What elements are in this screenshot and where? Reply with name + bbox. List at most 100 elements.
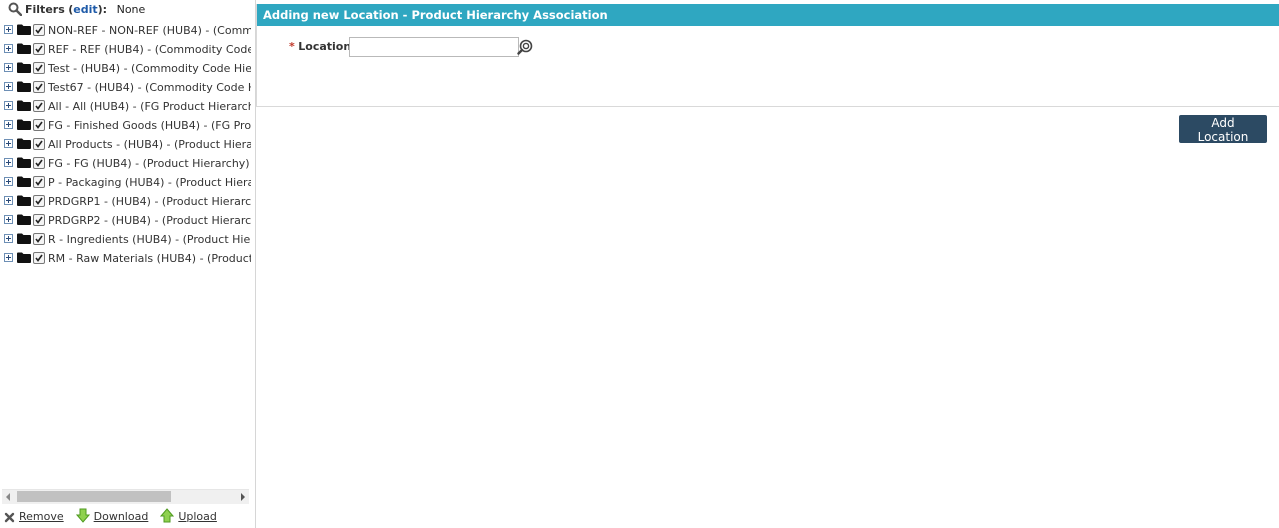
tree-item[interactable]: FG - Finished Goods (HUB4) - (FG Product… [0, 116, 251, 135]
tree-item-label: Test - (HUB4) - (Commodity Code Hierarch… [48, 62, 251, 75]
tree-item[interactable]: PRDGRP1 - (HUB4) - (Product Hierarchy) [0, 192, 251, 211]
checkmark-icon [35, 102, 43, 110]
filters-value: None [116, 3, 146, 16]
filters-edit-link[interactable]: edit [73, 3, 97, 16]
required-marker: * [289, 40, 295, 53]
add-location-panel: Adding new Location - Product Hierarchy … [256, 4, 1279, 107]
folder-icon [17, 119, 31, 130]
expand-icon[interactable] [4, 101, 13, 110]
expand-icon[interactable] [4, 44, 13, 53]
tree-actions: Remove Download Upload [4, 508, 229, 526]
tree-item-checkbox[interactable] [33, 214, 45, 226]
expand-icon[interactable] [4, 139, 13, 148]
tree-item-label: FG - FG (HUB4) - (Product Hierarchy) [48, 157, 250, 170]
scroll-right-icon[interactable] [241, 493, 245, 501]
horizontal-scrollbar[interactable] [2, 489, 249, 504]
location-row: * Location: [289, 37, 533, 59]
scrollbar-thumb[interactable] [17, 491, 171, 502]
tree-item-label: P - Packaging (HUB4) - (Product Hierarch… [48, 176, 251, 189]
checkmark-icon [35, 140, 43, 148]
checkmark-icon [35, 178, 43, 186]
checkmark-icon [35, 121, 43, 129]
tree-item-label: PRDGRP2 - (HUB4) - (Product Hierarchy) [48, 214, 251, 227]
expand-icon[interactable] [4, 234, 13, 243]
folder-icon [17, 138, 31, 149]
expand-icon[interactable] [4, 120, 13, 129]
location-lookup-icon[interactable] [517, 39, 533, 55]
folder-icon [17, 214, 31, 225]
checkmark-icon [35, 83, 43, 91]
expand-icon[interactable] [4, 63, 13, 72]
tree-item[interactable]: All Products - (HUB4) - (Product Hierarc… [0, 135, 251, 154]
folder-icon [17, 176, 31, 187]
filters-label: Filters [25, 3, 65, 16]
tree-item-label: Test67 - (HUB4) - (Commodity Code Hierar… [48, 81, 251, 94]
panel-title: Adding new Location - Product Hierarchy … [257, 4, 1279, 26]
download-arrow-icon [75, 508, 90, 523]
checkmark-icon [35, 64, 43, 72]
upload-button[interactable]: Upload [160, 508, 217, 525]
tree-item[interactable]: P - Packaging (HUB4) - (Product Hierarch… [0, 173, 251, 192]
search-icon [8, 2, 22, 16]
remove-button[interactable]: Remove [4, 509, 64, 525]
checkmark-icon [35, 45, 43, 53]
tree-item-label: FG - Finished Goods (HUB4) - (FG Product… [48, 119, 251, 132]
tree-item[interactable]: All - All (HUB4) - (FG Product Hierarchy… [0, 97, 251, 116]
upload-label: Upload [178, 510, 217, 523]
tree-item-checkbox[interactable] [33, 233, 45, 245]
location-input[interactable] [349, 37, 519, 57]
tree-item-label: NON-REF - NON-REF (HUB4) - (Commodity Co… [48, 24, 251, 37]
checkmark-icon [35, 216, 43, 224]
tree-item-checkbox[interactable] [33, 138, 45, 150]
checkmark-icon [35, 159, 43, 167]
tree-item[interactable]: R - Ingredients (HUB4) - (Product Hierar… [0, 230, 251, 249]
folder-icon [17, 157, 31, 168]
tree-item[interactable]: Test - (HUB4) - (Commodity Code Hierarch… [0, 59, 251, 78]
checkmark-icon [35, 235, 43, 243]
download-button[interactable]: Download [75, 508, 149, 525]
hierarchy-sidebar: Filters (edit): None NON-REF - NON-REF (… [0, 0, 256, 528]
tree-item[interactable]: Test67 - (HUB4) - (Commodity Code Hierar… [0, 78, 251, 97]
tree-item[interactable]: FG - FG (HUB4) - (Product Hierarchy) [0, 154, 251, 173]
tree-item[interactable]: REF - REF (HUB4) - (Commodity Code Hiera… [0, 40, 251, 59]
expand-icon[interactable] [4, 25, 13, 34]
expand-icon[interactable] [4, 253, 13, 262]
expand-icon[interactable] [4, 215, 13, 224]
tree-item-checkbox[interactable] [33, 157, 45, 169]
add-location-button[interactable]: Add Location [1179, 115, 1267, 144]
folder-icon [17, 24, 31, 35]
expand-icon[interactable] [4, 82, 13, 91]
tree-item-label: All - All (HUB4) - (FG Product Hierarchy… [48, 100, 251, 113]
folder-icon [17, 81, 31, 92]
tree-item-checkbox[interactable] [33, 43, 45, 55]
folder-icon [17, 233, 31, 244]
expand-icon[interactable] [4, 177, 13, 186]
tree-item-checkbox[interactable] [33, 176, 45, 188]
expand-icon[interactable] [4, 158, 13, 167]
close-icon [4, 512, 15, 523]
tree-item-checkbox[interactable] [33, 81, 45, 93]
tree-item-label: All Products - (HUB4) - (Product Hierarc… [48, 138, 251, 151]
tree-item-checkbox[interactable] [33, 119, 45, 131]
checkmark-icon [35, 197, 43, 205]
tree-item-checkbox[interactable] [33, 100, 45, 112]
tree-item[interactable]: NON-REF - NON-REF (HUB4) - (Commodity Co… [0, 21, 251, 40]
tree-item-checkbox[interactable] [33, 62, 45, 74]
hierarchy-tree: NON-REF - NON-REF (HUB4) - (Commodity Co… [0, 21, 251, 487]
tree-item-label: PRDGRP1 - (HUB4) - (Product Hierarchy) [48, 195, 251, 208]
expand-icon[interactable] [4, 196, 13, 205]
scroll-left-icon[interactable] [6, 493, 10, 501]
tree-item-checkbox[interactable] [33, 24, 45, 36]
location-label: Location: [298, 40, 356, 53]
download-label: Download [93, 510, 149, 523]
folder-icon [17, 43, 31, 54]
tree-item[interactable]: PRDGRP2 - (HUB4) - (Product Hierarchy) [0, 211, 251, 230]
tree-item-label: REF - REF (HUB4) - (Commodity Code Hiera… [48, 43, 251, 56]
folder-icon [17, 100, 31, 111]
tree-item[interactable]: RM - Raw Materials (HUB4) - (Product Hie… [0, 249, 251, 268]
tree-item-checkbox[interactable] [33, 252, 45, 264]
tree-item-label: RM - Raw Materials (HUB4) - (Product Hie… [48, 252, 251, 265]
tree-item-label: R - Ingredients (HUB4) - (Product Hierar… [48, 233, 251, 246]
folder-icon [17, 195, 31, 206]
tree-item-checkbox[interactable] [33, 195, 45, 207]
